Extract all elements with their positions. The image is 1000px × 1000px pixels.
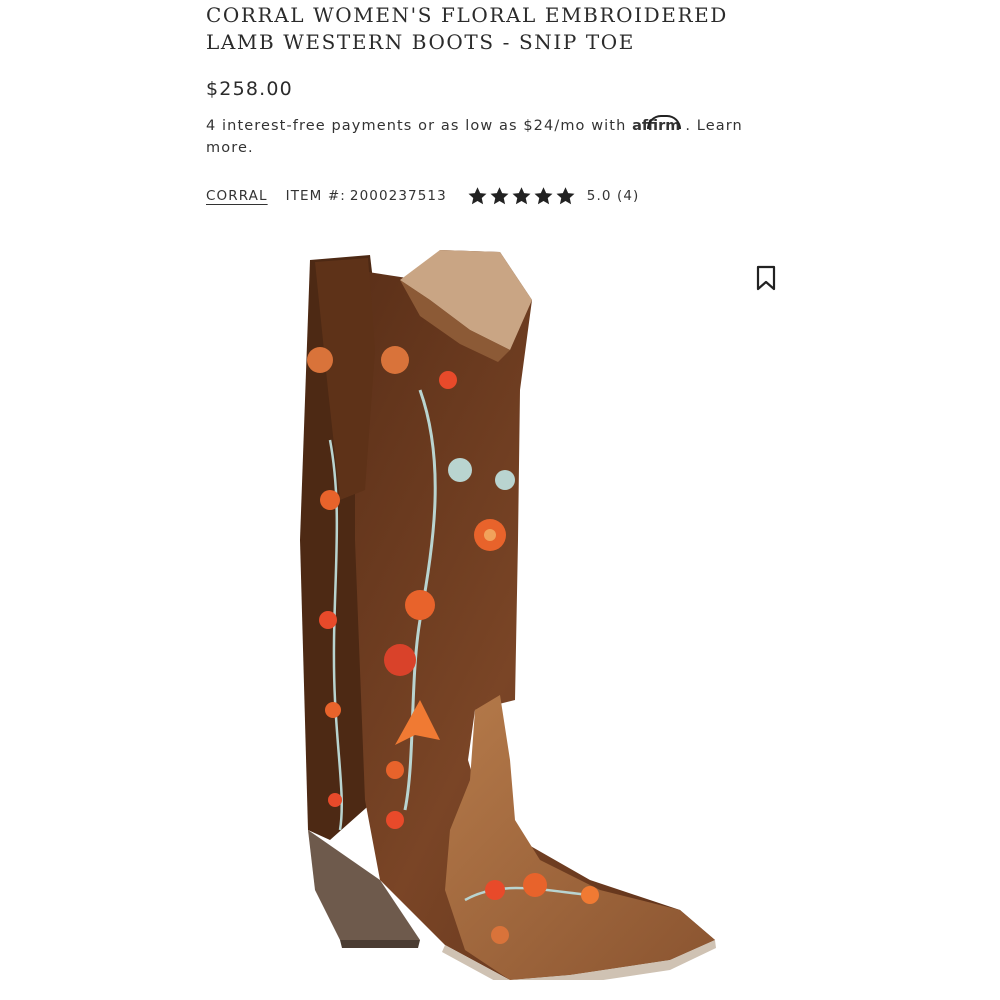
product-title: CORRAL WOMEN'S FLORAL EMBROIDERED LAMB W…: [206, 2, 766, 56]
star-icon: [490, 187, 509, 205]
affirm-logo: affirm: [632, 115, 685, 134]
installments-text: 4 interest-free payments or as low as $2…: [206, 118, 627, 134]
item-number-label: ITEM #:: [285, 188, 346, 204]
product-image-boot[interactable]: [270, 240, 740, 980]
product-price: $258.00: [206, 78, 293, 100]
item-number: 2000237513: [349, 188, 447, 204]
star-icon: [468, 187, 487, 205]
star-icon: [534, 187, 553, 205]
rating-stars[interactable]: [467, 186, 576, 206]
brand-link[interactable]: CORRAL: [206, 188, 268, 204]
bookmark-icon[interactable]: [756, 265, 776, 291]
star-icon: [512, 187, 531, 205]
installments-info: 4 interest-free payments or as low as $2…: [206, 115, 766, 159]
product-title-line-1: CORRAL WOMEN'S FLORAL EMBROIDERED: [206, 3, 728, 27]
product-title-line-2: LAMB WESTERN BOOTS - SNIP TOE: [206, 30, 635, 54]
rating-summary[interactable]: 5.0 (4): [587, 188, 640, 204]
star-icon: [556, 187, 575, 205]
product-meta-row: CORRAL ITEM #: 2000237513 5.0 (4): [206, 185, 639, 207]
